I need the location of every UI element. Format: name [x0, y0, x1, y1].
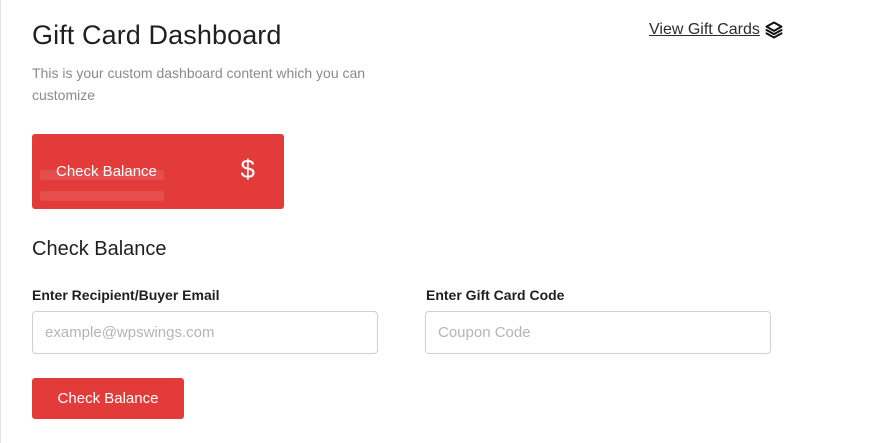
gift-card-dashboard-page: Gift Card Dashboard This is your custom …: [0, 0, 880, 443]
check-balance-card[interactable]: Check Balance $: [32, 134, 284, 209]
gift-card-code-label: Enter Gift Card Code: [426, 287, 565, 303]
check-balance-button[interactable]: Check Balance: [32, 378, 184, 419]
page-title: Gift Card Dashboard: [32, 20, 282, 50]
dollar-icon: $: [240, 154, 255, 184]
card-decoration: [40, 191, 164, 201]
email-field-label: Enter Recipient/Buyer Email: [32, 287, 220, 303]
view-gift-cards-label: View Gift Cards: [649, 21, 760, 38]
content-divider: [0, 0, 1, 443]
check-balance-card-label: Check Balance: [56, 163, 157, 180]
layers-icon: [764, 20, 784, 40]
check-balance-section-title: Check Balance: [32, 238, 167, 260]
email-field[interactable]: [32, 311, 378, 354]
gift-card-code-field[interactable]: [425, 311, 771, 354]
page-subtitle: This is your custom dashboard content wh…: [32, 65, 366, 103]
view-gift-cards-link[interactable]: View Gift Cards: [649, 20, 784, 40]
